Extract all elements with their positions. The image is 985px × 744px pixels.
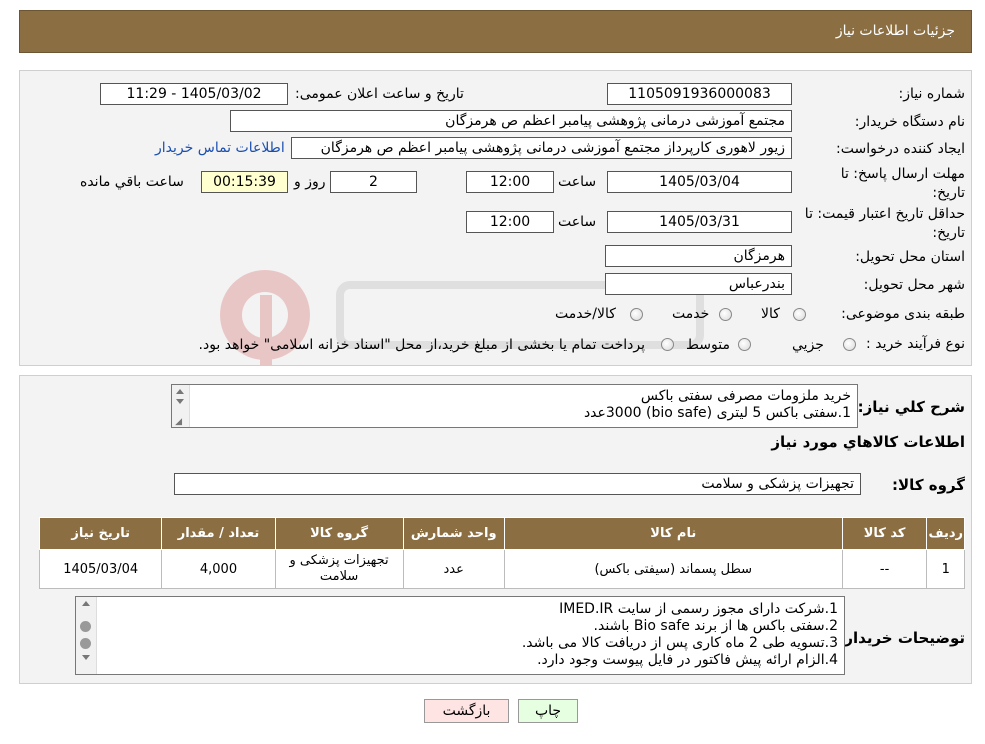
goods-group-label: گروه کالا: [892,476,965,494]
goods-table: ردیف کد کالا نام کالا واحد شمارش گروه کا… [38,517,965,589]
process-option-minor: جزیي [792,337,824,353]
days-field: 2 [330,171,417,193]
buyer-notes-label: توضیحات خریدار: [838,629,965,647]
cell-name: سطل پسماند (سیفتی باکس) [503,549,843,589]
buyer-org-field: مجتمع آموزشی درمانی پژوهشی پیامبر اعظم ص… [230,110,792,132]
category-radio-goods[interactable] [793,308,806,321]
buyer-contact-link[interactable]: اطلاعات تماس خریدار [155,140,285,156]
category-option-service: خدمت [672,306,710,322]
col-name: نام کالا [503,517,843,550]
scroll-down-icon[interactable] [82,655,90,660]
buyer-note-line: 2.سفتی باکس ها از برند Bio safe باشند. [593,618,838,634]
city-field: بندرعباس [605,273,792,295]
table-header-row: ردیف کد کالا نام کالا واحد شمارش گروه کا… [38,517,965,550]
reply-time-field: 12:00 [466,171,554,193]
general-desc-textarea[interactable]: ◢ خرید ملزومات مصرفی سفتی باکس 1.سفتی با… [171,384,858,428]
process-radio-treasury[interactable] [661,338,674,351]
back-button[interactable]: بازگشت [424,699,509,723]
page-title: جزئیات اطلاعات نیاز [835,23,955,39]
announce-label: تاریخ و ساعت اعلان عمومی: [295,86,464,102]
process-radio-medium[interactable] [738,338,751,351]
validity-label-date: تاریخ: [932,225,965,241]
scroll-up-icon[interactable] [82,601,90,606]
city-label: شهر محل تحویل: [863,277,965,293]
category-radio-service[interactable] [719,308,732,321]
scroll-down-icon[interactable] [176,399,184,404]
remaining-time-field: 00:15:39 [201,171,288,193]
cell-group: تجهیزات پزشکی و سلامت [274,549,404,589]
category-option-goods: کالا [761,306,780,322]
need-number-field: 1105091936000083 [607,83,792,105]
col-qty: تعداد / مقدار [161,517,276,550]
buyer-notes-textarea[interactable]: 1.شرکت دارای مجوز رسمی از سایت IMED.IR 2… [75,596,845,675]
creator-field: زیور لاهوری کارپرداز مجتمع آموزشی درمانی… [291,137,792,159]
category-radio-goods-service[interactable] [630,308,643,321]
validity-time-label: ساعت [558,214,597,230]
cell-row: 1 [926,549,965,589]
province-field: هرمزگان [605,245,792,267]
remaining-label: ساعت باقي مانده [80,174,184,190]
col-code: کد کالا [841,517,928,550]
general-desc-line: خرید ملزومات مصرفی سفتی باکس [640,388,851,404]
general-desc-label: شرح کلي نیاز: [857,398,965,416]
validity-label: حداقل تاریخ اعتبار قیمت: تا [804,206,965,222]
cell-code: -- [841,549,928,589]
cell-unit: عدد [402,549,505,589]
buyer-note-line: 1.شرکت دارای مجوز رسمی از سایت IMED.IR [559,601,838,617]
buyer-notes-scrollbar[interactable] [76,597,97,674]
category-option-goods-service: کالا/خدمت [555,306,616,322]
col-row: ردیف [926,517,965,550]
page-header: جزئیات اطلاعات نیاز [19,10,972,53]
category-label: طبقه بندی موضوعی: [841,306,965,322]
validity-time-field: 12:00 [466,211,554,233]
process-radio-minor[interactable] [843,338,856,351]
buyer-note-line: 3.تسویه طی 2 ماه کاری پس از دریافت کالا … [521,635,838,651]
general-desc-line: 1.سفتی باکس 5 لیتری (bio safe) 3000عدد [583,405,851,421]
goods-info-title: اطلاعات کالاهاي مورد نیاز [771,433,965,451]
buyer-note-line: 4.الزام ارائه پیش فاکتور در فایل پیوست و… [537,652,838,668]
process-option-medium: متوسط [686,337,730,353]
reply-time-label: ساعت [558,174,597,190]
col-date: تاریخ نیاز [38,517,163,550]
buyer-org-label: نام دستگاه خریدار: [854,114,965,130]
cell-qty: 4,000 [161,549,276,589]
goods-group-field: تجهیزات پزشکی و سلامت [174,473,861,495]
col-unit: واحد شمارش [402,517,505,550]
print-button[interactable]: چاپ [518,699,578,723]
process-note: پرداخت تمام یا بخشی از مبلغ خرید،از محل … [198,337,645,353]
days-label: روز و [294,174,326,190]
general-desc-scrollbar[interactable]: ◢ [172,385,190,427]
scroll-up-icon[interactable] [176,389,184,394]
process-label: نوع فرآیند خرید : [866,336,965,352]
reply-deadline-label: مهلت ارسال پاسخ: تا [840,166,965,182]
col-group: گروه کالا [274,517,404,550]
scroll-thumb[interactable] [80,621,91,632]
need-number-label: شماره نیاز: [898,86,966,102]
scroll-thumb[interactable] [80,638,91,649]
province-label: استان محل تحویل: [855,249,965,265]
validity-date-field: 1405/03/31 [607,211,792,233]
resize-grip-icon[interactable]: ◢ [172,417,182,427]
announce-date-field: 1405/03/02 - 11:29 [100,83,288,105]
cell-date: 1405/03/04 [38,549,163,589]
creator-label: ایجاد کننده درخواست: [836,141,965,157]
table-row: 1 -- سطل پسماند (سیفتی باکس) عدد تجهیزات… [38,549,965,589]
reply-date-field: 1405/03/04 [607,171,792,193]
reply-deadline-label-date: تاریخ: [932,185,965,201]
